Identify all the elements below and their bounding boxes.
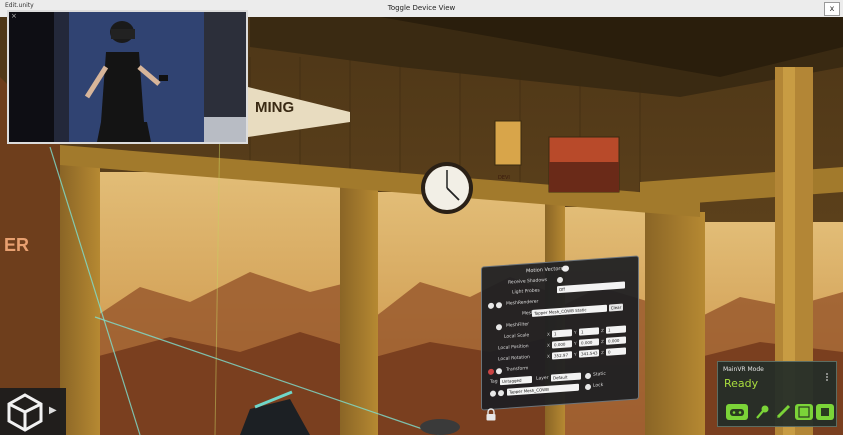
local-rotation-z-field[interactable]: 0 <box>606 347 626 356</box>
z-axis-label: Z <box>601 327 604 334</box>
transform-foldout-icon[interactable] <box>496 368 502 375</box>
local-rotation-label: Local Rotation <box>498 355 530 363</box>
pen-icon[interactable] <box>774 404 792 420</box>
stop-icon[interactable] <box>816 404 834 420</box>
lock-checkbox[interactable] <box>585 383 591 391</box>
static-checkbox[interactable] <box>585 372 591 380</box>
light-probes-label: Light Probes <box>512 288 540 296</box>
unity-logo-icon <box>7 393 43 432</box>
local-rotation-y-field[interactable]: 341.543 <box>579 349 599 358</box>
local-position-y-field[interactable]: 0.000 <box>579 338 599 347</box>
unity-logo-overlay[interactable]: ▶ <box>0 388 66 435</box>
mesh-renderer-label: MeshRenderer <box>506 299 539 307</box>
local-scale-x-field[interactable]: 1 <box>552 329 572 338</box>
poster-text: DEVI <box>498 175 510 181</box>
tag-label: Tag <box>490 379 498 385</box>
status-panel-title: MainVR Mode <box>723 366 764 373</box>
x-axis-label: X <box>547 331 550 337</box>
y-axis-label: Y <box>574 351 577 358</box>
local-scale-y-field[interactable]: 1 <box>579 327 599 336</box>
tag-dropdown[interactable]: Untagged <box>500 375 532 386</box>
presenter-video <box>9 12 246 142</box>
x-axis-label: X <box>547 342 550 348</box>
local-position-x-field[interactable]: 0.000 <box>552 340 572 349</box>
receive-shadows-checkbox[interactable] <box>557 276 563 284</box>
z-axis-label: Z <box>601 338 604 345</box>
object-active-checkbox[interactable] <box>490 390 496 397</box>
mesh-filter-label: MeshFilter <box>506 322 529 329</box>
local-position-label: Local Position <box>498 344 529 352</box>
lock-icon[interactable] <box>485 408 497 421</box>
close-button[interactable]: x <box>824 2 840 16</box>
transform-icon <box>488 368 494 376</box>
local-rotation-x-field[interactable]: 352.97 <box>552 351 572 360</box>
static-label: Static <box>593 371 606 378</box>
lock-label: Lock <box>593 382 604 389</box>
motion-vectors-toggle[interactable] <box>562 265 569 272</box>
local-scale-z-field[interactable]: 1 <box>606 325 626 334</box>
vr-inspector-panel[interactable]: Motion Vectors Receive Shadows Light Pro… <box>481 255 639 411</box>
motion-vectors-label: Motion Vectors <box>526 265 564 275</box>
camera-feed-video: × <box>7 10 248 144</box>
x-axis-label: X <box>547 353 550 359</box>
object-icon <box>498 389 504 397</box>
wall-sign-text: ER <box>4 235 30 255</box>
more-options-icon[interactable] <box>823 366 831 381</box>
chevron-right-icon[interactable]: ▶ <box>49 405 57 416</box>
layer-label: Layer <box>536 375 549 382</box>
layer-dropdown[interactable]: Default <box>551 372 581 382</box>
pennant-text: MING <box>255 99 295 116</box>
mesh-renderer-enabled-checkbox[interactable] <box>496 302 502 309</box>
mesh-filter-foldout-icon[interactable] <box>496 324 502 331</box>
status-ready-text: Ready <box>724 377 759 390</box>
mesh-renderer-foldout-icon[interactable] <box>488 302 494 310</box>
close-icon[interactable]: × <box>11 12 17 20</box>
transform-label: Transform <box>506 366 529 373</box>
y-axis-label: Y <box>574 340 577 347</box>
receive-shadows-label: Receive Shadows <box>508 277 548 286</box>
z-axis-label: Z <box>601 349 604 356</box>
vr-status-panel: MainVR Mode Ready <box>717 361 837 427</box>
microphone-icon[interactable] <box>753 404 771 420</box>
y-axis-label: Y <box>574 329 577 336</box>
square-icon[interactable] <box>795 404 813 420</box>
local-scale-label: Local Scale <box>504 333 530 340</box>
controller-icon[interactable] <box>726 404 748 420</box>
mesh-clear-button[interactable]: Clear <box>609 303 623 312</box>
local-position-z-field[interactable]: 0.000 <box>606 336 626 345</box>
